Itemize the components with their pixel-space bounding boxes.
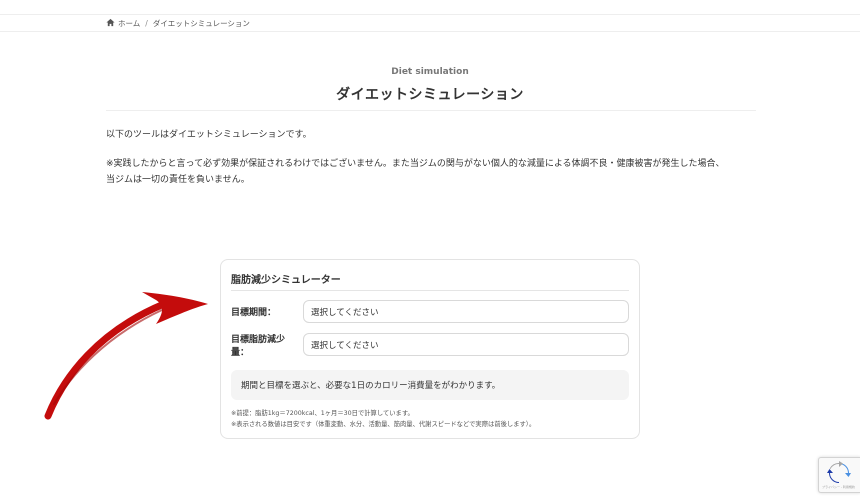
- recaptcha-icon: [827, 461, 851, 483]
- disclaimer-text: ※実践したからと言って必ず効果が保証されるわけではございません。また当ジムの関与…: [106, 156, 766, 188]
- breadcrumb-current: ダイエットシミュレーション: [152, 18, 250, 28]
- simulator-title-divider: [231, 290, 629, 291]
- breadcrumb-divider: [0, 31, 860, 32]
- breadcrumb: ホーム / ダイエットシミュレーション: [106, 15, 250, 31]
- intro-text: 以下のツールはダイエットシミュレーションです。: [106, 130, 312, 140]
- result-box: 期間と目標を選ぶと、必要な1日のカロリー消費量をがわかります。: [231, 370, 629, 400]
- target-fat-loss-label-line-1: 目標脂肪減少: [231, 335, 286, 345]
- target-fat-loss-select[interactable]: 選択してください: [303, 333, 629, 356]
- simulator-title: 脂肪減少シミュレーター: [231, 275, 341, 286]
- page-subtitle: Diet simulation: [391, 67, 469, 77]
- target-period-label: 目標期間：: [231, 308, 277, 318]
- breadcrumb-separator: /: [145, 18, 148, 28]
- home-icon[interactable]: [106, 18, 118, 29]
- disclaimer-line-2: 当ジムは一切の責任を負いません。: [106, 175, 250, 185]
- title-divider: [106, 110, 756, 111]
- breadcrumb-home-link[interactable]: ホーム: [118, 18, 140, 29]
- estimate-note: ※表示される数値は目安です（体重変動、水分、活動量、筋肉量、代謝スピードなどで実…: [231, 421, 536, 428]
- target-fat-loss-label-line-2: 量：: [231, 348, 250, 358]
- recaptcha-terms[interactable]: プライバシー - 利用規約: [822, 485, 855, 489]
- fat-loss-simulator-card: 脂肪減少シミュレーター 目標期間： 選択してください 目標脂肪減少 量： 選択し…: [220, 259, 640, 439]
- target-fat-loss-label: 目標脂肪減少 量：: [231, 334, 285, 360]
- red-arrow-icon: [44, 292, 208, 420]
- page-title: ダイエットシミュレーション: [336, 87, 524, 103]
- calculation-note: ※前提：脂肪1kg＝7200kcal、1ヶ月＝30日で計算しています。: [231, 410, 414, 417]
- target-period-select[interactable]: 選択してください: [303, 300, 629, 323]
- recaptcha-badge[interactable]: プライバシー - 利用規約: [818, 457, 860, 493]
- disclaimer-line-1: ※実践したからと言って必ず効果が保証されるわけではございません。また当ジムの関与…: [106, 159, 725, 169]
- top-header-bar: [0, 0, 860, 15]
